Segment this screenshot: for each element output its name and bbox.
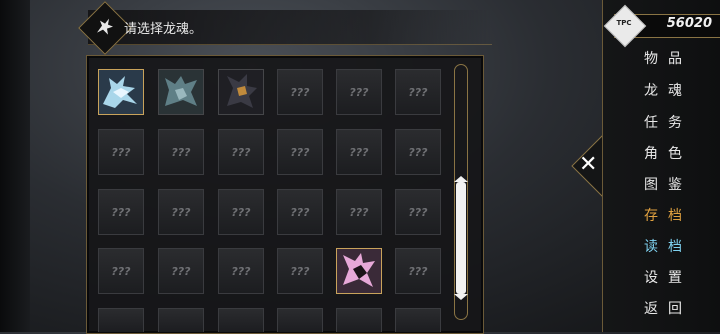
menu-item-load[interactable]: 读档 [628,236,698,256]
currency-value: 56020 [666,16,712,31]
left-edge-strip [0,0,30,332]
grid-slot-dragon-soul-1[interactable] [98,69,144,115]
grid-slot-locked[interactable]: ??? [218,129,264,175]
grid-slot-locked[interactable]: ??? [158,248,204,294]
grid-slot-locked[interactable]: ??? [395,248,441,294]
grid-slot-locked[interactable]: ??? [336,69,382,115]
grid-slot-locked[interactable]: ??? [277,189,323,235]
grid-scrollbar-thumb[interactable] [454,176,468,300]
menu-item-quests[interactable]: 任务 [628,112,698,132]
dragon-soul-shadow-icon [159,70,203,114]
menu-item-settings[interactable]: 设置 [628,267,698,287]
grid-slot-locked[interactable]: ??? [395,189,441,235]
grid-slot-partial[interactable] [218,308,264,332]
grid-slot-partial[interactable] [98,308,144,332]
grid-slot-locked[interactable]: ??? [336,189,382,235]
close-icon[interactable]: ✕ [579,152,597,177]
grid-slot-locked[interactable]: ??? [158,189,204,235]
grid-slot-locked[interactable]: ??? [277,248,323,294]
grid-slot-partial[interactable] [395,308,441,332]
menu-item-characters[interactable]: 角色 [628,143,698,163]
grid-slot-locked[interactable]: ??? [395,69,441,115]
menu-item-back[interactable]: 返回 [628,298,698,318]
grid-slot-locked[interactable]: ??? [158,129,204,175]
grid-slot-locked[interactable]: ??? [98,248,144,294]
grid-slot-locked[interactable]: ??? [395,129,441,175]
grid-slot-dragon-soul-4[interactable] [336,248,382,294]
menu-item-dragon-soul[interactable]: 龙魂 [628,80,698,100]
grid-slot-locked[interactable]: ??? [98,189,144,235]
currency-badge-label: TPC [616,19,632,27]
grid-slot-locked[interactable]: ??? [218,248,264,294]
grid-slot-locked[interactable]: ??? [336,129,382,175]
grid-slot-dragon-soul-3[interactable] [218,69,264,115]
menu-item-items[interactable]: 物品 [628,48,698,68]
grid-slot-partial[interactable] [336,308,382,332]
menu-item-codex[interactable]: 图鉴 [628,174,698,194]
grid-slot-partial[interactable] [277,308,323,332]
grid-slot-locked[interactable]: ??? [98,129,144,175]
prompt-text: 请选择龙魂。 [124,22,203,37]
menu-item-save[interactable]: 存档 [628,205,698,225]
dragon-soul-ice-icon [99,70,143,114]
dragon-soul-dark-icon [219,70,263,114]
grid-slot-locked[interactable]: ??? [277,69,323,115]
grid-slot-locked[interactable]: ??? [277,129,323,175]
dragon-soul-pink-icon [337,249,381,293]
grid-slot-dragon-soul-2[interactable] [158,69,204,115]
grid-slot-partial[interactable] [158,308,204,332]
grid-slot-locked[interactable]: ??? [218,189,264,235]
